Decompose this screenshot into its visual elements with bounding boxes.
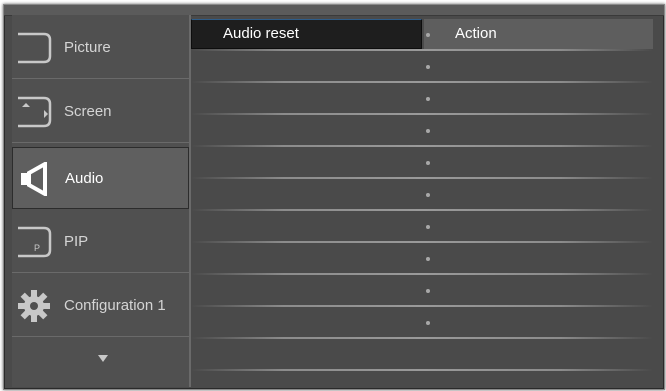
screen-icon [14,95,54,129]
separator-dot [426,289,430,293]
setting-label: Audio reset [223,25,299,42]
separator-dot [426,225,430,229]
separator-dot [426,257,430,261]
empty-row [191,51,653,83]
empty-row [191,115,653,147]
empty-row [191,211,653,243]
empty-row [191,307,653,339]
empty-row [191,179,653,211]
empty-row [191,243,653,275]
separator-dot [426,97,430,101]
gear-icon [14,289,54,323]
sidebar-item-screen[interactable]: Screen [12,81,189,143]
sidebar-item-label: Picture [64,39,111,56]
speaker-icon [15,160,55,198]
sidebar-item-label: PIP [64,233,89,250]
separator-dot [426,193,430,197]
setting-row-audio-reset[interactable]: Audio reset Action [191,19,653,51]
sidebar-item-audio[interactable]: Audio [12,147,189,209]
sidebar: Picture Screen Audio P PIP Configuration… [12,15,189,387]
svg-text:P: P [34,243,40,253]
separator-dot [426,33,430,37]
row-divider [191,369,653,371]
pip-icon: P [14,225,54,259]
osd-menu-frame: Picture Screen Audio P PIP Configuration… [3,4,665,390]
empty-row [191,83,653,115]
empty-row [191,275,653,307]
separator-dot [426,129,430,133]
setting-value[interactable]: Action [455,25,497,42]
sidebar-item-configuration-1[interactable]: Configuration 1 [12,275,189,337]
sidebar-item-pip[interactable]: P PIP [12,211,189,273]
separator-dot [426,161,430,165]
sidebar-item-label: Audio [65,170,104,187]
sidebar-item-label: Configuration 1 [64,297,166,314]
chevron-down-icon[interactable] [98,355,108,362]
empty-row [191,339,653,371]
sidebar-item-label: Screen [64,103,112,120]
separator-dot [426,65,430,69]
picture-icon [14,31,54,65]
settings-list: Audio reset Action [191,19,653,379]
sidebar-item-picture[interactable]: Picture [12,17,189,79]
separator-dot [426,321,430,325]
empty-row [191,147,653,179]
